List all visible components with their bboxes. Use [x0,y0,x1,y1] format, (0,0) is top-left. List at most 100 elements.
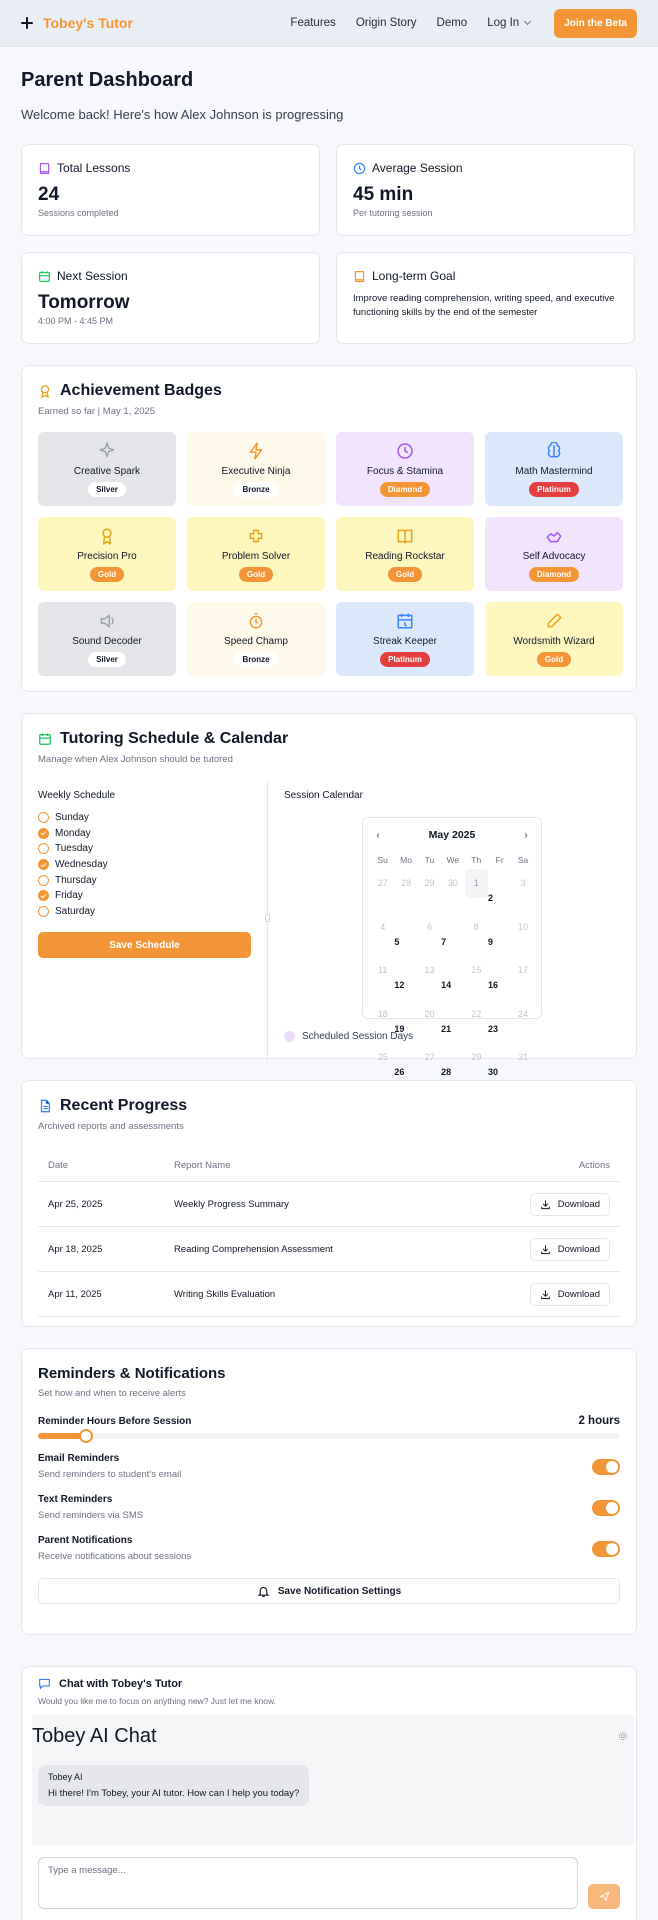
toggle-switch[interactable] [592,1540,620,1557]
legend-dot [284,1031,295,1042]
toggle-title: Text Reminders [38,1494,113,1505]
calendar-day[interactable]: 30 [488,1058,511,1087]
badge-card[interactable]: Creative Spark Silver [38,432,176,506]
calendar-day[interactable]: 20 [418,1000,441,1029]
save-schedule-button[interactable]: Save Schedule [38,932,251,959]
badge-card[interactable]: Problem Solver Gold [187,517,325,591]
goal-text: Improve reading comprehension, writing s… [353,293,615,318]
badge-icon [249,441,263,460]
badge-card[interactable]: Wordsmith Wizard Gold [485,602,623,676]
calendar-day[interactable]: 15 [465,956,488,985]
nav-demo[interactable]: Demo [437,17,468,29]
calendar-day[interactable]: 21 [441,1015,464,1044]
download-button[interactable]: Download [529,1237,610,1261]
calendar-day[interactable]: 24 [511,1000,534,1029]
calendar-day[interactable]: 3 [511,869,534,898]
chat-message-input[interactable]: Type a message... [38,1857,578,1909]
message-sender: Tobey AI [48,1772,83,1782]
section-subtitle: Manage when Alex Johnson should be tutor… [38,754,233,765]
calendar-day[interactable]: 7 [441,928,464,957]
chevron-right-icon[interactable]: › [519,828,533,842]
table-row: Apr 25, 2025 Weekly Progress Summary Downl… [38,1182,620,1227]
calendar-day[interactable]: 4 [371,913,394,942]
stats-grid: Total Lessons 24 Sessions completed Aver… [21,144,637,344]
calendar-day[interactable]: 29 [418,869,441,898]
calendar-day[interactable]: 28 [441,1058,464,1087]
day-checkbox-friday[interactable]: Friday [38,888,251,904]
section-subtitle: Archived reports and assessments [38,1121,184,1132]
row-date: Apr 25, 2025 [48,1198,103,1210]
badge-card[interactable]: Speed Champ Bronze [187,602,325,676]
login-dropdown[interactable]: Log In [487,17,532,29]
day-checkbox-sunday[interactable]: Sunday [38,810,251,826]
calendar-day[interactable]: 27 [371,869,394,898]
calendar-day[interactable]: 29 [465,1043,488,1072]
day-label: Friday [55,890,83,902]
calendar-day[interactable]: 26 [394,1058,417,1087]
badge-card[interactable]: Streak Keeper Platinum [336,602,474,676]
calendar-day[interactable]: 5 [394,928,417,957]
download-button[interactable]: Download [529,1192,610,1216]
day-checkbox-tuesday[interactable]: Tuesday [38,841,251,857]
check-circle-icon [38,890,49,902]
badge-tier: Gold [238,566,274,582]
send-button[interactable] [588,1884,620,1909]
toggle-switch[interactable] [592,1458,620,1475]
badge-tier: Silver [88,651,126,667]
settings-gear-icon[interactable] [618,1731,628,1741]
badge-icon [397,442,413,459]
chat-subtitle: Would you like me to focus on anything n… [38,1696,276,1706]
calendar-day[interactable]: 6 [418,913,441,942]
brand[interactable]: Tobey's Tutor [21,15,133,31]
download-button[interactable]: Download [529,1282,610,1306]
calendar-day[interactable]: 2 [488,884,511,913]
calendar-day[interactable]: 9 [488,928,511,957]
badge-card[interactable]: Focus & Stamina Diamond [336,432,474,506]
badge-card[interactable]: Sound Decoder Silver [38,602,176,676]
calendar-day[interactable]: 1 [464,869,488,898]
weekday-header: Su [377,855,388,865]
day-checkbox-monday[interactable]: Monday [38,826,251,842]
badge-card[interactable]: Precision Pro Gold [38,517,176,591]
day-checkbox-saturday[interactable]: Saturday [38,904,251,920]
join-beta-button[interactable]: Join the Beta [554,8,637,38]
badge-card[interactable]: Executive Ninja Bronze [187,432,325,506]
weekday-header: Sa [517,855,529,865]
slider-knob[interactable] [79,1429,94,1443]
calendar-day[interactable]: 14 [441,971,464,1000]
calendar-day[interactable]: 23 [488,1015,511,1044]
section-title: Reminders & Notifications [38,1365,226,1382]
calendar-day[interactable]: 16 [488,971,511,1000]
day-list: Sunday Monday Tuesday Wednesday Thursday Frid… [38,810,251,919]
calendar-day[interactable]: 27 [418,1043,441,1072]
calendar-day[interactable]: 13 [418,956,441,985]
calendar-day[interactable]: 22 [465,1000,488,1029]
resize-handle[interactable] [265,914,270,922]
calendar-day[interactable]: 25 [371,1043,394,1072]
calendar-day[interactable]: 31 [511,1043,534,1072]
nav-features[interactable]: Features [290,17,335,29]
calendar-day[interactable]: 12 [394,971,417,1000]
badge-card[interactable]: Self Advocacy Diamond [485,517,623,591]
day-checkbox-wednesday[interactable]: Wednesday [38,857,251,873]
reminder-hours-slider[interactable] [38,1429,620,1443]
weekday-header: We [446,855,460,865]
section-title: Recent Progress [60,1097,188,1114]
save-notification-settings-button[interactable]: Save Notification Settings [38,1578,620,1604]
calendar-day[interactable]: 30 [441,869,464,898]
chevron-left-icon[interactable]: ‹ [371,828,385,842]
toggle-switch[interactable] [592,1499,620,1516]
nav-origin-story[interactable]: Origin Story [356,17,417,29]
badge-card[interactable]: Reading Rockstar Gold [336,517,474,591]
notification-toggle-row: Email Reminders Send reminders to student… [38,1453,620,1480]
badge-icon [249,612,263,628]
calendar-day[interactable]: 10 [511,913,534,942]
day-checkbox-thursday[interactable]: Thursday [38,872,251,888]
badge-card[interactable]: Math Mastermind Platinum [485,432,623,506]
calendar-day[interactable]: 28 [394,869,417,898]
toggle-description: Send reminders via SMS [38,1510,144,1521]
calendar-day[interactable]: 8 [465,913,488,942]
calendar-day[interactable]: 11 [371,956,394,985]
calendar-day[interactable]: 17 [511,956,534,985]
calendar-day[interactable]: 18 [371,1000,394,1029]
